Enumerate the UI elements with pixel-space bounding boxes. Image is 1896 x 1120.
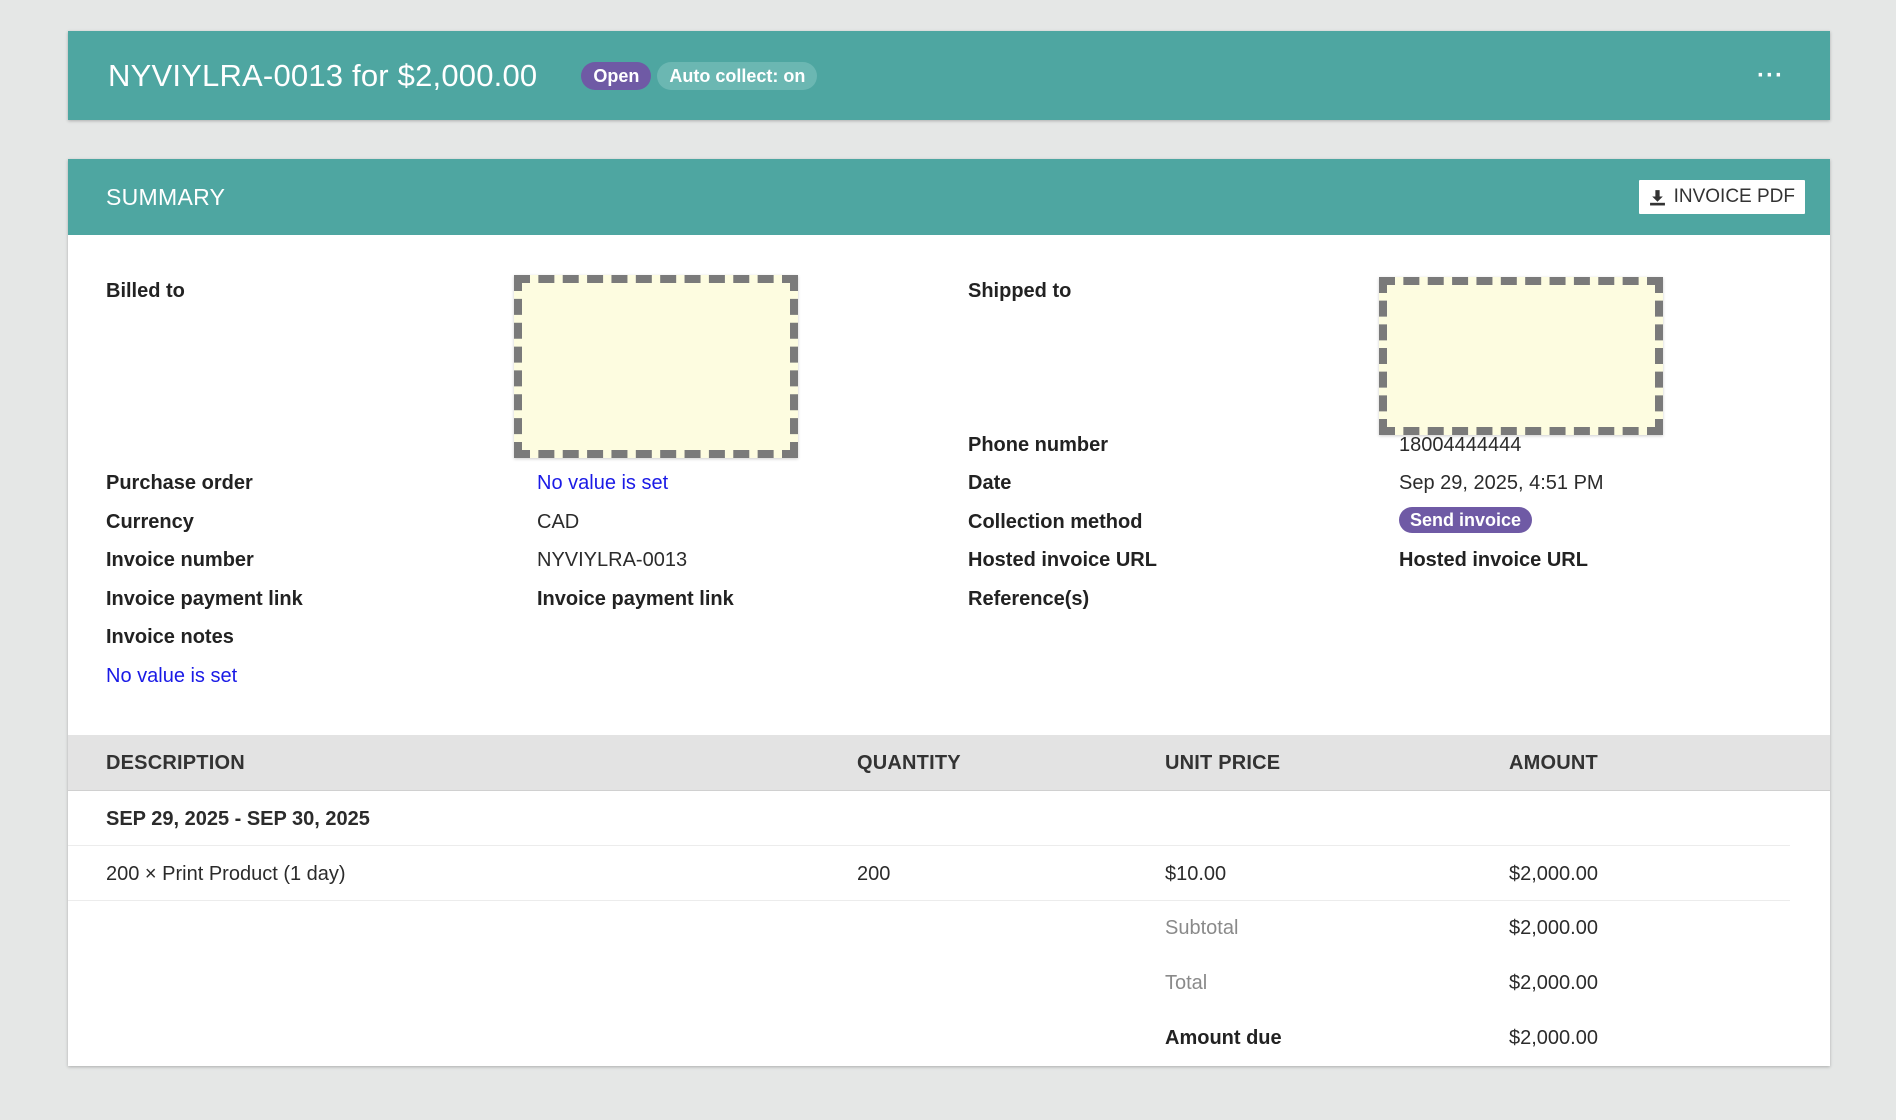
- references-label: Reference(s): [968, 588, 1090, 610]
- billed-to-address-placeholder: [514, 275, 798, 458]
- download-icon: [1649, 189, 1665, 205]
- currency-label: Currency: [106, 511, 194, 533]
- subtotal-value: $2,000.00: [1509, 917, 1598, 939]
- line-item-description: 200 × Print Product (1 day): [106, 863, 346, 885]
- purchase-order-label: Purchase order: [106, 472, 253, 494]
- shipped-to-address-placeholder: [1379, 277, 1663, 435]
- line-item-amount: $2,000.00: [1509, 863, 1598, 885]
- date-label: Date: [968, 472, 1012, 494]
- payment-link-label: Invoice payment link: [106, 588, 303, 610]
- amount-due-value: $2,000.00: [1509, 1027, 1598, 1049]
- invoice-header: NYVIYLRA-0013 for $2,000.00 Open Auto co…: [68, 31, 1830, 120]
- more-options-button[interactable]: ···: [1751, 63, 1790, 88]
- amount-due-label: Amount due: [1165, 1027, 1282, 1049]
- invoice-pdf-label: INVOICE PDF: [1673, 186, 1795, 207]
- phone-number-label: Phone number: [968, 434, 1109, 456]
- summary-header: SUMMARY INVOICE PDF: [68, 159, 1830, 235]
- table-header: DESCRIPTION QUANTITY UNIT PRICE AMOUNT: [68, 735, 1830, 791]
- invoice-number-label: Invoice number: [106, 549, 254, 571]
- line-items-table: DESCRIPTION QUANTITY UNIT PRICE AMOUNT S…: [68, 735, 1830, 1066]
- payment-link-value[interactable]: Invoice payment link: [537, 588, 734, 611]
- date-value: Sep 29, 2025, 4:51 PM: [1399, 472, 1604, 494]
- invoice-number-value: NYVIYLRA-0013: [537, 549, 688, 571]
- total-row: Total $2,000.00: [68, 956, 1830, 1011]
- total-label: Total: [1165, 972, 1208, 994]
- amount-due-row: Amount due $2,000.00: [68, 1011, 1830, 1066]
- purchase-order-value[interactable]: No value is set: [537, 472, 668, 495]
- period-label: SEP 29, 2025 - SEP 30, 2025: [106, 808, 370, 830]
- collection-method-label: Collection method: [968, 511, 1143, 533]
- invoice-title: NYVIYLRA-0013 for $2,000.00: [108, 57, 538, 93]
- column-header-unit-price: UNIT PRICE: [1165, 752, 1281, 774]
- column-header-quantity: QUANTITY: [857, 752, 961, 774]
- period-row: SEP 29, 2025 - SEP 30, 2025: [68, 791, 1790, 846]
- billed-to-label: Billed to: [106, 280, 185, 302]
- status-badge: Open: [581, 61, 652, 90]
- phone-number-value: 18004444444: [1399, 434, 1522, 456]
- line-item-quantity: 200: [857, 863, 891, 885]
- shipped-to-label: Shipped to: [968, 280, 1072, 302]
- summary-fields: Billed to Purchase order No value is set…: [68, 235, 1830, 735]
- invoice-notes-label: Invoice notes: [106, 626, 234, 648]
- table-row: 200 × Print Product (1 day) 200 $10.00 $…: [68, 846, 1790, 901]
- total-value: $2,000.00: [1509, 972, 1598, 994]
- subtotal-row: Subtotal $2,000.00: [68, 901, 1830, 956]
- summary-card: SUMMARY INVOICE PDF Billed to Purchase o…: [68, 159, 1830, 1066]
- line-item-unit-price: $10.00: [1165, 863, 1227, 885]
- invoice-notes-value[interactable]: No value is set: [106, 665, 237, 688]
- subtotal-label: Subtotal: [1165, 917, 1239, 939]
- invoice-pdf-button[interactable]: INVOICE PDF: [1638, 180, 1805, 214]
- auto-collect-badge: Auto collect: on: [657, 61, 818, 90]
- hosted-url-label: Hosted invoice URL: [968, 549, 1157, 571]
- send-invoice-badge: Send invoice: [1399, 507, 1533, 533]
- summary-title: SUMMARY: [106, 183, 226, 210]
- hosted-url-value[interactable]: Hosted invoice URL: [1399, 549, 1588, 572]
- column-header-amount: AMOUNT: [1509, 752, 1598, 774]
- collection-method-value: Send invoice: [1399, 507, 1533, 533]
- currency-value: CAD: [537, 511, 580, 533]
- column-header-description: DESCRIPTION: [106, 752, 245, 774]
